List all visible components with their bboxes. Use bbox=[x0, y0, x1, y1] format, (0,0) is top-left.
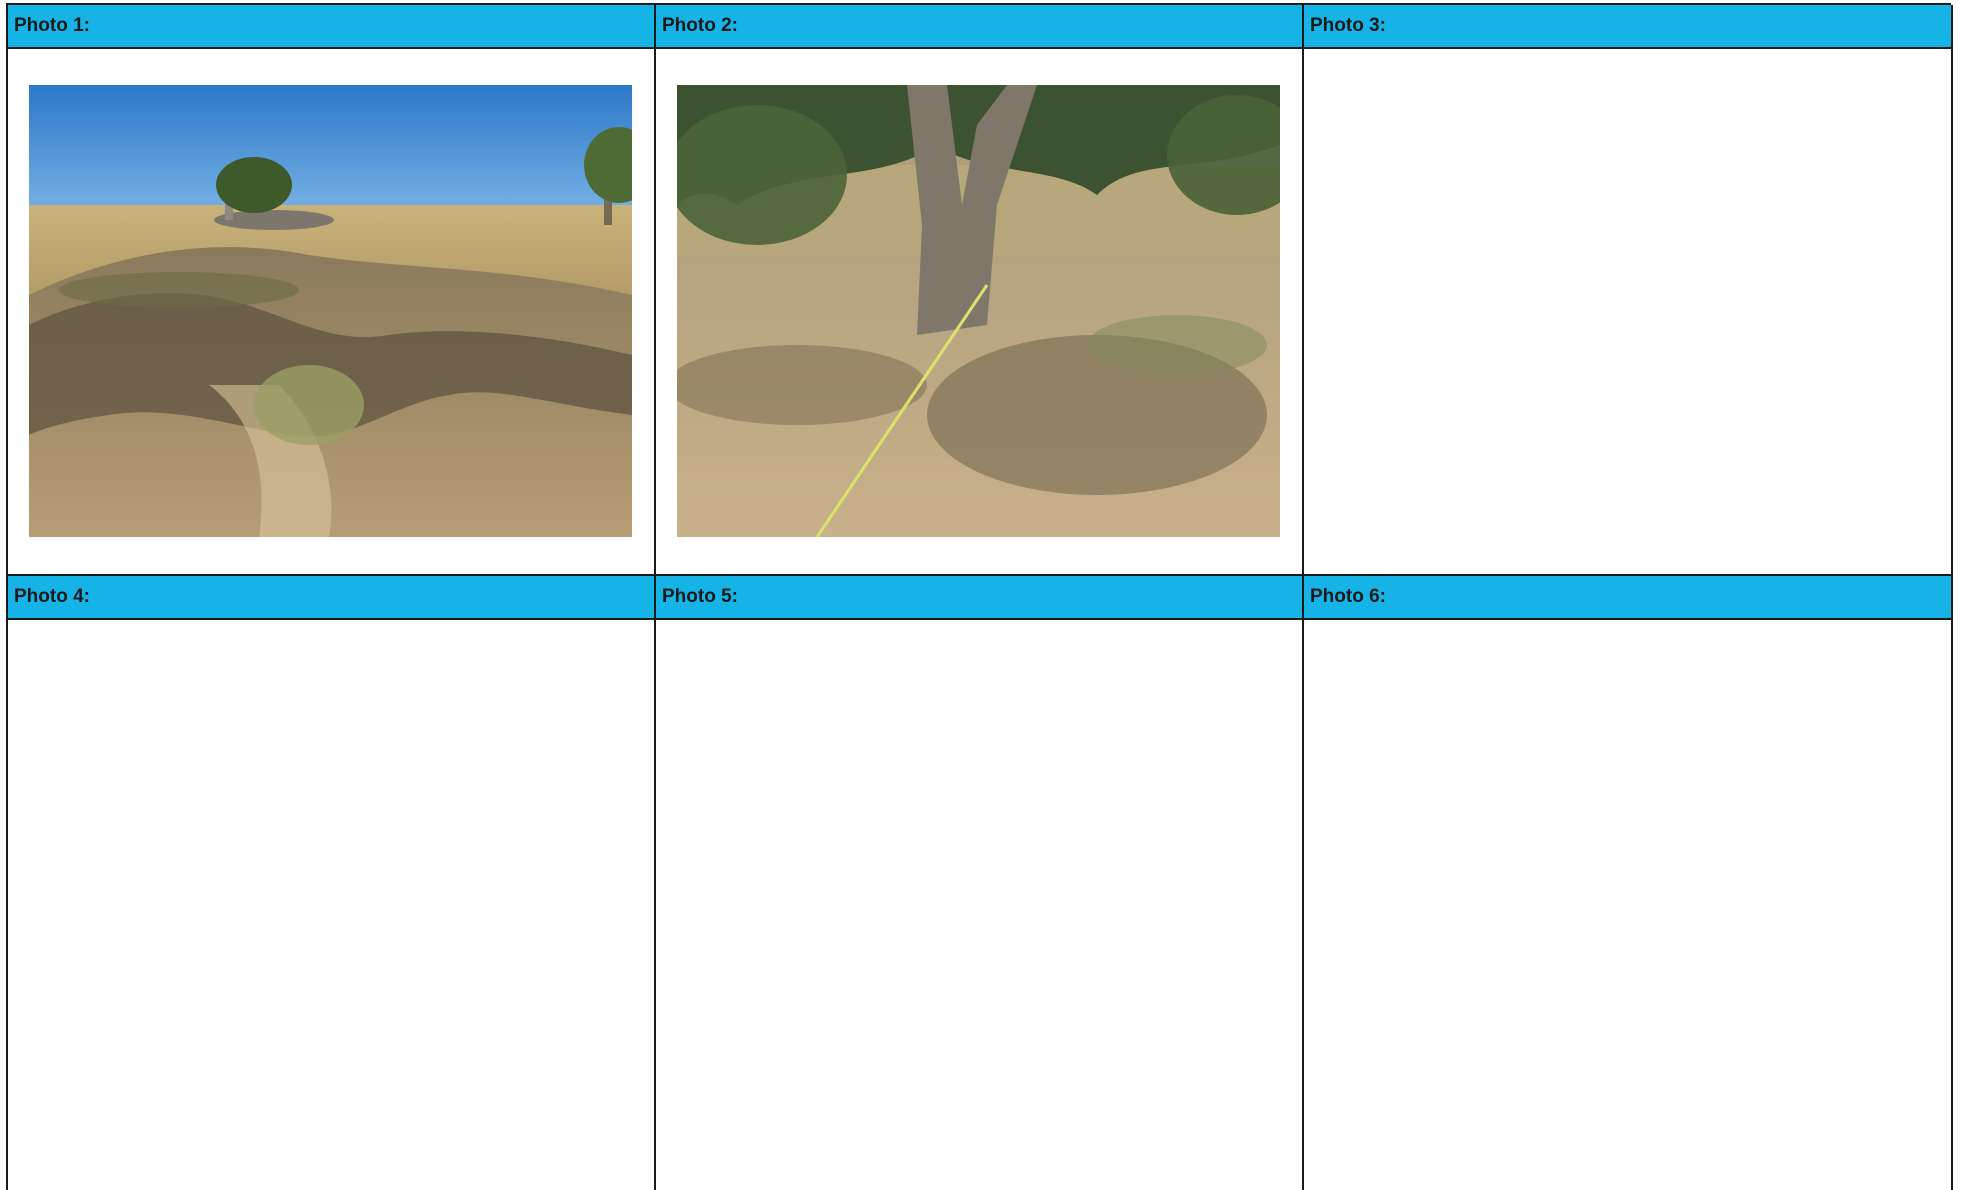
photo-2-cell bbox=[656, 49, 1304, 576]
photo-3-header: Photo 3: bbox=[1304, 5, 1953, 49]
photo-4-label: Photo 4: bbox=[14, 586, 90, 607]
photo-6-label: Photo 6: bbox=[1310, 586, 1386, 607]
photo-5-header: Photo 5: bbox=[656, 576, 1304, 620]
photo-5-label: Photo 5: bbox=[662, 586, 738, 607]
photo-1-header: Photo 1: bbox=[8, 5, 656, 49]
photo-3-cell bbox=[1304, 49, 1953, 576]
tree-trunk-photo bbox=[677, 85, 1280, 537]
photo-1-label: Photo 1: bbox=[14, 15, 90, 36]
photo-6-cell bbox=[1304, 620, 1953, 1190]
photo-2-image[interactable] bbox=[677, 85, 1280, 537]
photo-2-label: Photo 2: bbox=[662, 15, 738, 36]
photo-5-cell bbox=[656, 620, 1304, 1190]
photo-4-cell bbox=[8, 620, 656, 1190]
photo-1-image[interactable] bbox=[29, 85, 632, 537]
photo-4-header: Photo 4: bbox=[8, 576, 656, 620]
photo-2-header: Photo 2: bbox=[656, 5, 1304, 49]
grassland-photo bbox=[29, 85, 632, 537]
photo-1-cell bbox=[8, 49, 656, 576]
photo-6-header: Photo 6: bbox=[1304, 576, 1953, 620]
photo-sheet-table: Photo 1: Photo 2: Photo 3: Photo 4: Phot… bbox=[6, 3, 1953, 1190]
photo-3-label: Photo 3: bbox=[1310, 15, 1386, 36]
